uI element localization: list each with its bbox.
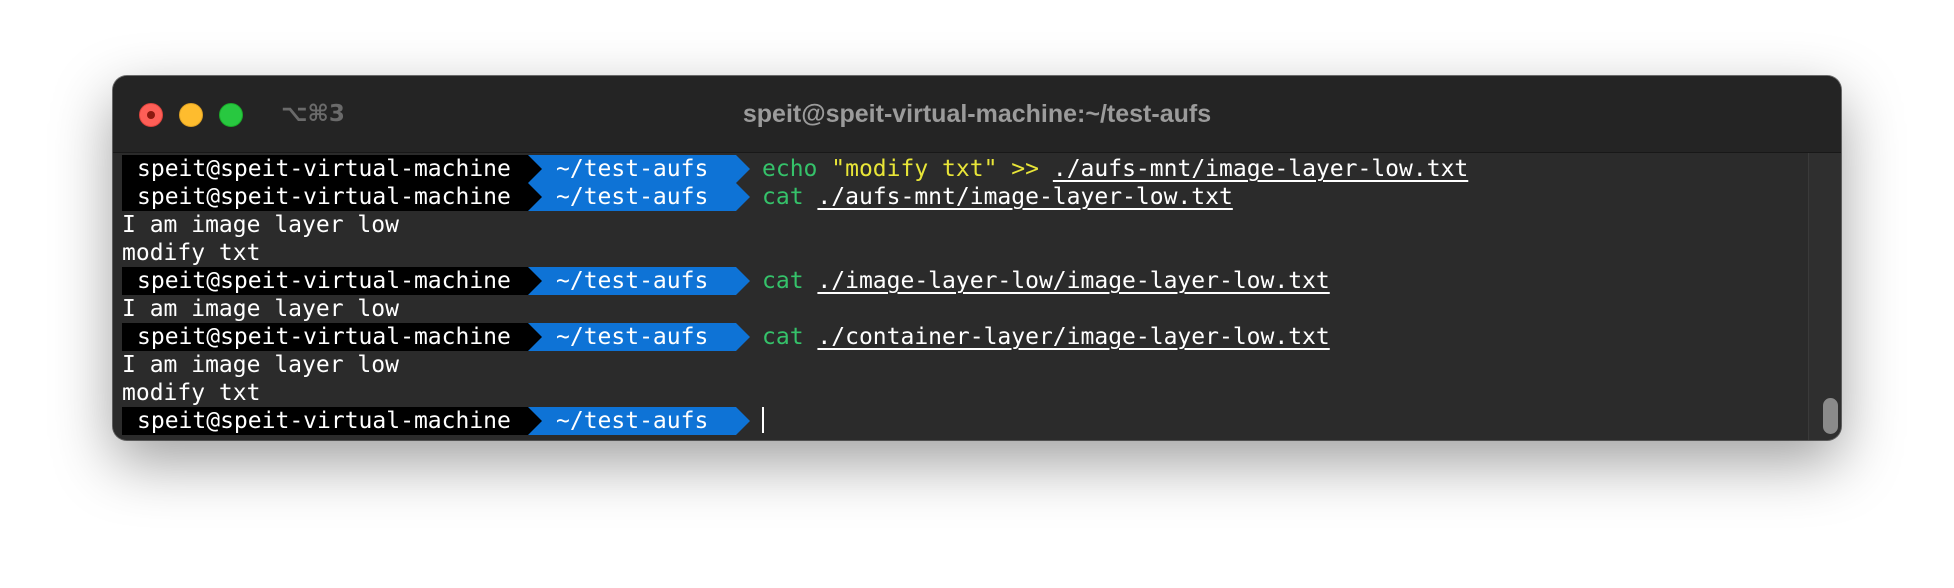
prompt-separator-icon — [528, 267, 542, 295]
prompt: speit@speit-virtual-machine ~/test-aufs — [122, 407, 752, 435]
prompt: speit@speit-virtual-machine ~/test-aufs — [122, 323, 752, 351]
prompt-separator-icon — [528, 183, 542, 211]
prompt-end-icon — [736, 323, 750, 351]
window-title: speit@speit-virtual-machine:~/test-aufs — [742, 100, 1212, 128]
prompt-user: speit@speit-virtual-machine — [122, 323, 528, 351]
command-name: cat — [762, 268, 804, 294]
terminal-line: speit@speit-virtual-machine ~/test-aufs … — [122, 323, 1330, 351]
prompt-user: speit@speit-virtual-machine — [122, 267, 528, 295]
terminal-window: ⌥⌘3 speit@speit-virtual-machine:~/test-a… — [113, 76, 1841, 440]
terminal-line-current[interactable]: speit@speit-virtual-machine ~/test-aufs — [122, 407, 764, 435]
scrollbar-track[interactable] — [1808, 153, 1841, 440]
command-name: cat — [762, 324, 804, 350]
prompt-directory: ~/test-aufs — [542, 267, 736, 295]
prompt-end-icon — [736, 267, 750, 295]
output-line: I am image layer low — [122, 296, 399, 322]
title-bar: ⌥⌘3 speit@speit-virtual-machine:~/test-a… — [113, 76, 1841, 153]
command-text: echo "modify txt" >> ./aufs-mnt/image-la… — [762, 155, 1468, 183]
command-path[interactable]: ./aufs-mnt/image-layer-low.txt — [1053, 156, 1468, 182]
prompt: speit@speit-virtual-machine ~/test-aufs — [122, 183, 752, 211]
command-text: cat ./aufs-mnt/image-layer-low.txt — [762, 183, 1233, 211]
text-cursor — [762, 407, 764, 433]
prompt-user: speit@speit-virtual-machine — [122, 155, 528, 183]
prompt-end-icon — [736, 155, 750, 183]
command-path[interactable]: ./image-layer-low/image-layer-low.txt — [817, 268, 1329, 294]
redirect-operator: >> — [1011, 156, 1039, 182]
prompt-directory: ~/test-aufs — [542, 407, 736, 435]
prompt-separator-icon — [528, 323, 542, 351]
prompt-user: speit@speit-virtual-machine — [122, 407, 528, 435]
prompt-end-icon — [736, 407, 750, 435]
command-path[interactable]: ./container-layer/image-layer-low.txt — [817, 324, 1329, 350]
command-path[interactable]: ./aufs-mnt/image-layer-low.txt — [817, 184, 1232, 210]
output-line: modify txt — [122, 240, 261, 266]
command-string: "modify txt" — [831, 156, 998, 182]
scrollbar-thumb[interactable] — [1823, 398, 1838, 434]
output-line: I am image layer low — [122, 352, 399, 378]
terminal-line: speit@speit-virtual-machine ~/test-aufs … — [122, 155, 1468, 183]
terminal-line: speit@speit-virtual-machine ~/test-aufs … — [122, 267, 1330, 295]
prompt: speit@speit-virtual-machine ~/test-aufs — [122, 155, 752, 183]
prompt-separator-icon — [528, 155, 542, 183]
prompt-user: speit@speit-virtual-machine — [122, 183, 528, 211]
output-line: modify txt — [122, 380, 261, 406]
command-text: cat ./image-layer-low/image-layer-low.tx… — [762, 267, 1330, 295]
terminal-line: speit@speit-virtual-machine ~/test-aufs … — [122, 183, 1233, 211]
command-name: cat — [762, 184, 804, 210]
command-text: cat ./container-layer/image-layer-low.tx… — [762, 323, 1330, 351]
prompt-directory: ~/test-aufs — [542, 183, 736, 211]
prompt-separator-icon — [528, 407, 542, 435]
output-line: I am image layer low — [122, 212, 399, 238]
command-name: echo — [762, 156, 818, 182]
prompt-directory: ~/test-aufs — [542, 155, 736, 183]
command-input[interactable] — [762, 407, 764, 436]
prompt: speit@speit-virtual-machine ~/test-aufs — [122, 267, 752, 295]
prompt-end-icon — [736, 183, 750, 211]
prompt-directory: ~/test-aufs — [542, 323, 736, 351]
